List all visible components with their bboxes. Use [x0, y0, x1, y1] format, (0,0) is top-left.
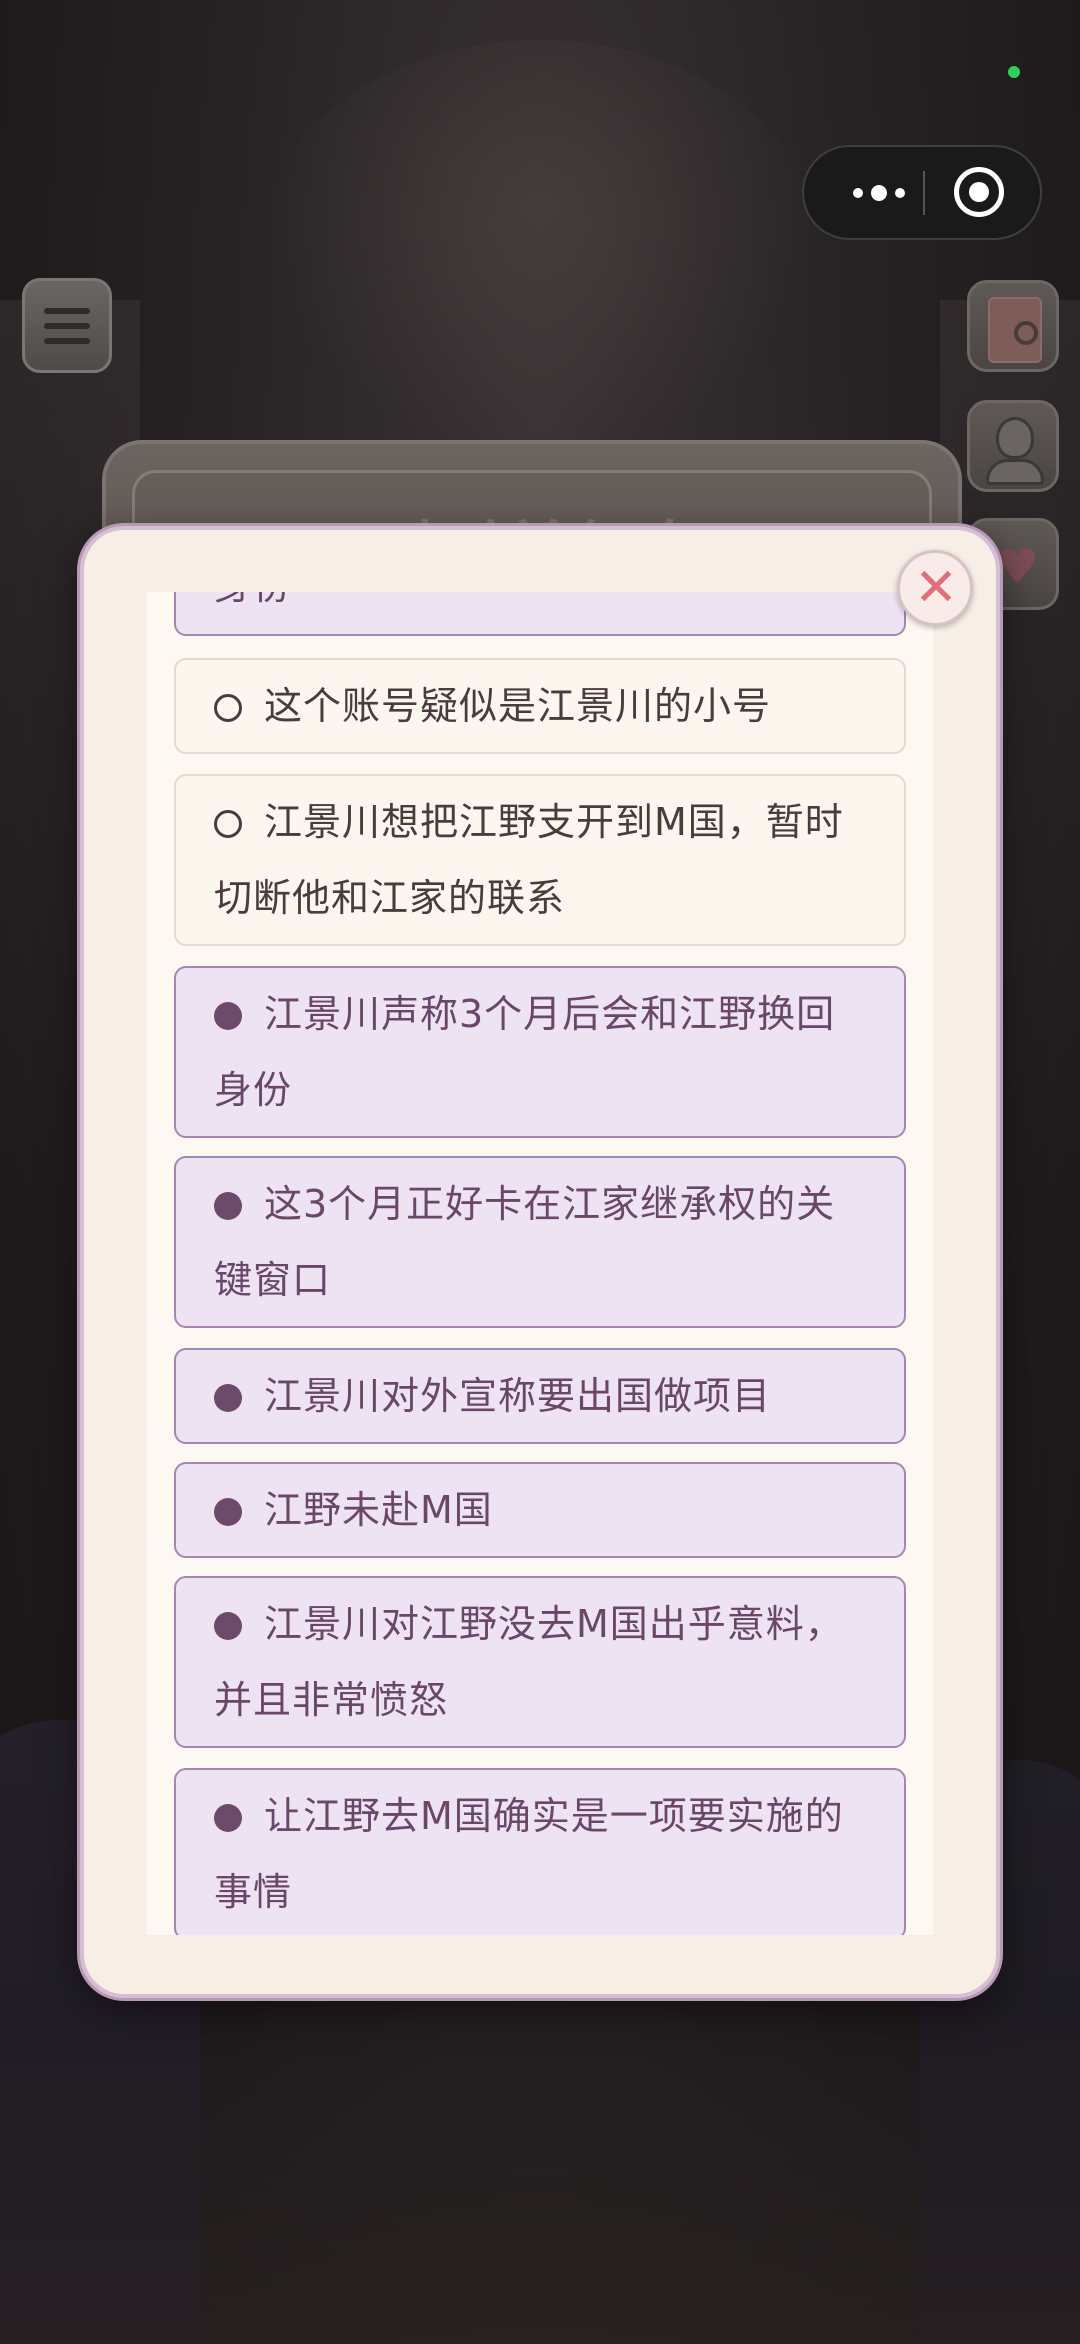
clue-text: 江景川声称3个月后会和江野换回身份 [214, 992, 836, 1112]
clue-text: 江景川对江野没去M国出乎意料，并且非常愤怒 [214, 1602, 844, 1722]
close-icon: ✕ [914, 558, 958, 618]
filled-bullet-icon [214, 1804, 242, 1832]
clue-text: 江景川对外宣称要出国做项目 [264, 1374, 772, 1418]
avatar-icon [996, 417, 1034, 459]
more-dots-icon[interactable] [834, 147, 924, 238]
close-button[interactable]: ✕ [897, 550, 973, 626]
clue-item[interactable]: 这个账号疑似是江景川的小号 [174, 658, 906, 754]
clue-text: 这个账号疑似是江景川的小号 [264, 684, 772, 728]
background-chandelier [260, 40, 820, 460]
clue-item[interactable]: 这3个月正好卡在江家继承权的关键窗口 [174, 1156, 906, 1328]
character-avatar-button[interactable] [967, 400, 1059, 492]
empty-circle-icon [214, 694, 242, 722]
empty-circle-icon [214, 810, 242, 838]
status-indicator-dot [1008, 66, 1020, 78]
clue-item[interactable]: 江野未赴M国 [174, 1462, 906, 1558]
magnifier-icon [1014, 321, 1038, 345]
clue-item[interactable]: 江景川对外宣称要出国做项目 [174, 1348, 906, 1444]
menu-button[interactable] [22, 278, 112, 373]
game-screen: ♥ 对时前复盘 身份这个账号疑似是江景川的小号江景川想把江野支开到M国，暂时切断… [0, 0, 1080, 2344]
clue-item[interactable]: 让江野去M国确实是一项要实施的事情 [174, 1768, 906, 1935]
clue-text: 江野未赴M国 [264, 1488, 493, 1532]
clue-item[interactable]: 身份 [174, 592, 906, 636]
clue-text: 江景川想把江野支开到M国，暂时切断他和江家的联系 [214, 800, 844, 920]
filled-bullet-icon [214, 1002, 242, 1030]
clue-text: 身份 [214, 592, 292, 608]
clue-list[interactable]: 身份这个账号疑似是江景川的小号江景川想把江野支开到M国，暂时切断他和江家的联系江… [147, 592, 933, 1935]
notebook-magnifier-button[interactable] [967, 280, 1059, 372]
clue-item[interactable]: 江景川对江野没去M国出乎意料，并且非常愤怒 [174, 1576, 906, 1748]
capsule-divider [923, 171, 925, 215]
clue-text: 让江野去M国确实是一项要实施的事情 [214, 1794, 844, 1914]
filled-bullet-icon [214, 1498, 242, 1526]
target-icon[interactable] [954, 167, 1004, 217]
background-floor [0, 2020, 1080, 2344]
miniprogram-capsule [802, 145, 1042, 240]
clue-text: 这3个月正好卡在江家继承权的关键窗口 [214, 1182, 836, 1302]
clue-item[interactable]: 江景川想把江野支开到M国，暂时切断他和江家的联系 [174, 774, 906, 946]
filled-bullet-icon [214, 1612, 242, 1640]
filled-bullet-icon [214, 1384, 242, 1412]
clue-item[interactable]: 江景川声称3个月后会和江野换回身份 [174, 966, 906, 1138]
filled-bullet-icon [214, 1192, 242, 1220]
hamburger-icon [44, 307, 90, 314]
